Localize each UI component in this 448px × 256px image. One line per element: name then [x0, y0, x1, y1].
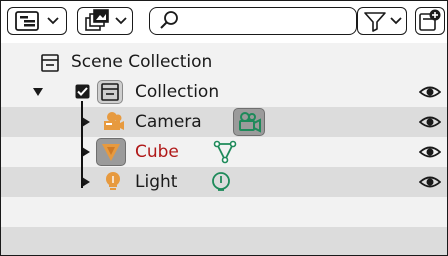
outliner-display-icon [15, 11, 39, 31]
mesh-object-icon [102, 144, 120, 161]
expand-arrow-icon[interactable] [31, 85, 45, 99]
collection-icon-box [97, 80, 123, 104]
object-row-light[interactable]: Light [1, 167, 447, 197]
chevron-down-icon [47, 17, 59, 25]
object-label-light: Light [135, 172, 178, 192]
empty-row [1, 197, 447, 227]
view-layer-dropdown[interactable] [77, 7, 133, 35]
display-mode-dropdown[interactable] [7, 7, 67, 35]
light-data-icon[interactable] [209, 170, 233, 194]
filter-icon [364, 12, 386, 32]
exclude-checkbox[interactable] [75, 84, 91, 100]
chevron-down-icon [115, 17, 127, 25]
camera-object-icon [104, 112, 124, 130]
eye-icon[interactable] [419, 144, 441, 160]
hierarchy-line [81, 153, 85, 155]
scene-collection-row[interactable]: Scene Collection [1, 47, 447, 77]
new-collection-icon [419, 9, 441, 31]
object-row-camera[interactable]: Camera [1, 107, 447, 137]
outliner-panel: Scene Collection Collection Camera Cube … [0, 0, 448, 256]
new-collection-button[interactable] [415, 7, 445, 35]
search-icon [160, 11, 178, 29]
empty-row [1, 227, 447, 255]
cube-object-icon-box [96, 138, 126, 166]
scene-collection-label: Scene Collection [71, 52, 213, 72]
camera-data-icon [239, 112, 261, 133]
search-input[interactable] [149, 7, 357, 35]
hierarchy-line [81, 123, 85, 125]
outliner-header [1, 1, 447, 43]
camera-data-icon-box[interactable] [233, 108, 265, 136]
hierarchy-line [81, 183, 85, 185]
mesh-data-icon[interactable] [213, 140, 237, 164]
collection-row[interactable]: Collection [1, 77, 447, 107]
collection-icon [101, 83, 119, 101]
chevron-down-icon [390, 17, 402, 25]
object-label-camera: Camera [135, 112, 202, 132]
eye-icon[interactable] [419, 84, 441, 100]
light-object-icon [106, 172, 120, 190]
eye-icon[interactable] [419, 174, 441, 190]
view-layer-icon [85, 9, 109, 31]
object-label-cube: Cube [135, 142, 179, 162]
collection-label: Collection [135, 82, 220, 102]
object-row-cube[interactable]: Cube [1, 137, 447, 167]
eye-icon[interactable] [419, 114, 441, 130]
hierarchy-line [81, 101, 83, 188]
filter-dropdown[interactable] [357, 7, 407, 35]
scene-collection-icon [41, 54, 59, 72]
